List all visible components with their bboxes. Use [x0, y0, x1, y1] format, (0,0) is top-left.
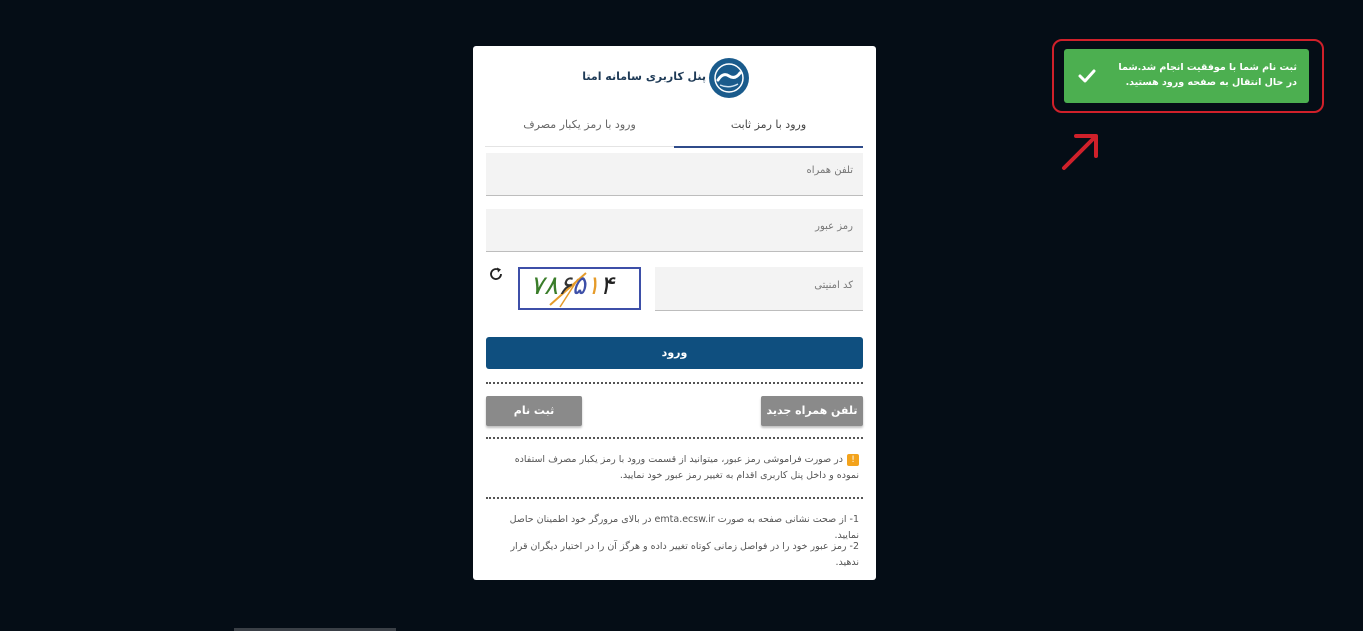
register-button[interactable]: ثبت نام — [486, 396, 582, 426]
tip-2: 2- رمز عبور خود را در فواصل زمانی کوتاه … — [510, 541, 859, 568]
captcha-code: ۷۸۶۵۱۴ — [530, 271, 614, 301]
success-toast[interactable]: ثبت نام شما با موفقیت انجام شد.شما در حا… — [1064, 49, 1309, 103]
check-icon — [1076, 65, 1098, 87]
warning-icon: ! — [847, 453, 859, 466]
login-button[interactable]: ورود — [486, 337, 863, 369]
password-field[interactable]: رمز عبور — [486, 209, 863, 252]
page-title: پنل کاربری سامانه امتا — [582, 70, 706, 83]
divider — [486, 382, 863, 384]
forgot-password-text: در صورت فراموشی رمز عبور، میتوانید از قس… — [514, 454, 859, 481]
toast-message: ثبت نام شما با موفقیت انجام شد.شما در حا… — [1118, 62, 1297, 88]
login-tabs: ورود با رمز ثابت ورود با رمز یکبار مصرف — [485, 110, 863, 148]
password-label: رمز عبور — [815, 221, 853, 232]
captcha-image: ۷۸۶۵۱۴ — [518, 267, 641, 310]
forgot-password-note: !در صورت فراموشی رمز عبور، میتوانید از ق… — [491, 452, 859, 484]
phone-field[interactable]: تلفن همراه — [486, 153, 863, 196]
login-card: پنل کاربری سامانه امتا ورود با رمز ثابت … — [473, 46, 876, 580]
phone-label: تلفن همراه — [806, 165, 853, 176]
captcha-field[interactable]: کد امنیتی — [655, 267, 863, 311]
arrow-annotation-icon — [1058, 130, 1102, 174]
divider — [486, 437, 863, 439]
tab-otp[interactable]: ورود با رمز یکبار مصرف — [485, 110, 674, 147]
new-phone-button[interactable]: تلفن همراه جدید — [761, 396, 863, 426]
refresh-icon[interactable] — [488, 266, 504, 282]
tab-static-password[interactable]: ورود با رمز ثابت — [674, 110, 863, 148]
captcha-label: کد امنیتی — [814, 280, 853, 291]
emta-logo — [709, 58, 749, 98]
brand-header: پنل کاربری سامانه امتا — [473, 58, 876, 98]
divider — [486, 497, 863, 499]
